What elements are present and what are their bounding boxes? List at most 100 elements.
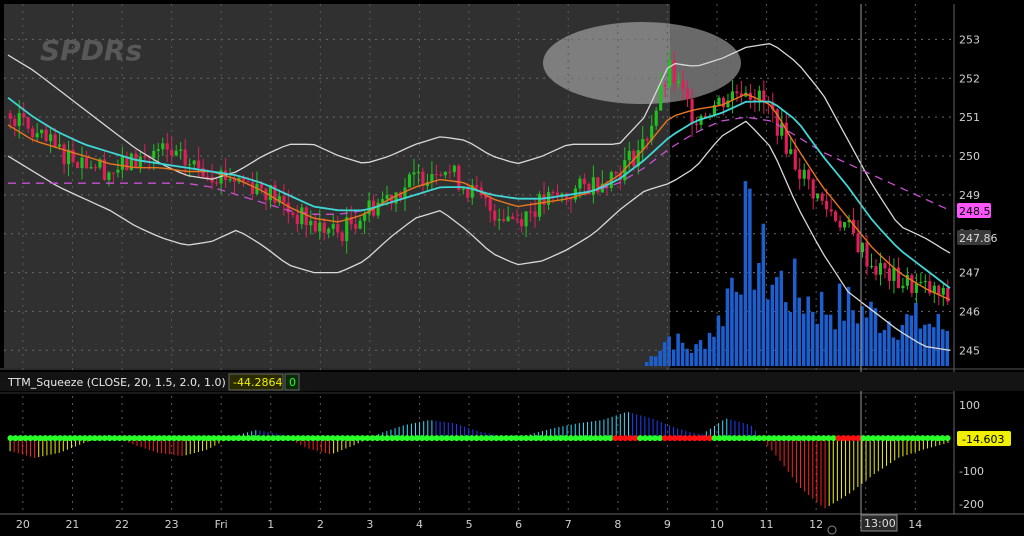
candle-body	[93, 167, 98, 169]
volume-bar	[846, 286, 851, 366]
candle-body	[331, 224, 335, 229]
date-tick-label: 5	[466, 518, 473, 531]
volume-bar	[828, 314, 833, 366]
volume-bar	[761, 223, 766, 366]
candle-body	[40, 129, 44, 134]
candle-body	[502, 219, 506, 222]
candle-body	[789, 149, 793, 154]
price-tick-label: 245	[959, 344, 980, 357]
price-tick-label: 252	[959, 72, 980, 85]
volume-bar	[788, 311, 792, 366]
candle-body	[493, 210, 497, 221]
candle-body	[452, 165, 456, 172]
candle-body	[511, 216, 515, 220]
volume-bar	[837, 283, 842, 366]
candle-body	[107, 172, 111, 180]
candle-body	[663, 85, 667, 87]
candle-body	[75, 162, 80, 168]
price-tick-label: 253	[959, 33, 980, 46]
candle-body	[694, 123, 699, 125]
candle-body	[26, 117, 30, 129]
price-axis: 245246247248249250251252253	[959, 33, 980, 357]
chart-svg[interactable]: SPDRs 245 246 247 2 4 8 249 250 251 252 253 100 0 -1…	[0, 0, 1024, 536]
price-badge-1-text: 248.53	[959, 205, 998, 218]
candle-body	[820, 193, 824, 201]
candle-body	[856, 233, 860, 253]
candle-body	[22, 113, 26, 118]
candle-body	[84, 157, 89, 169]
volume-bar	[855, 323, 860, 366]
indicator-tick-label: -100	[959, 465, 984, 478]
volume-bar	[842, 320, 846, 366]
candle-body	[8, 113, 12, 119]
candle-body	[358, 220, 362, 229]
date-tick-label: 3	[366, 518, 373, 531]
candle-body	[551, 192, 555, 194]
candle-body	[111, 172, 115, 174]
price-badge-2-text: 247.86	[959, 232, 998, 245]
candle-body	[461, 188, 465, 190]
candle-body	[686, 89, 690, 99]
candle-body	[798, 169, 802, 179]
candle-body	[152, 150, 156, 158]
candle-body	[143, 156, 147, 158]
candle-body	[49, 134, 53, 142]
candle-body	[188, 164, 192, 166]
candle-body	[336, 224, 340, 233]
candle-body	[179, 149, 183, 151]
indicator-value: -44.2864	[233, 376, 282, 389]
cursor-time: 13:00	[864, 517, 896, 530]
candle-body	[874, 266, 878, 275]
candle-body	[659, 85, 663, 111]
volume-bar	[734, 291, 739, 366]
candle-body	[654, 110, 658, 126]
volume-bar	[698, 340, 703, 366]
date-tick-label: 6	[515, 518, 522, 531]
candle-body	[407, 174, 412, 188]
candle-body	[183, 149, 187, 166]
candle-body	[206, 176, 210, 178]
indicator-badge-text: -14.603	[962, 433, 1004, 446]
candle-body	[488, 198, 492, 211]
candle-body	[120, 156, 124, 170]
volume-bar	[851, 310, 855, 366]
candle-body	[807, 169, 811, 180]
candle-body	[434, 174, 438, 176]
candle-body	[838, 220, 842, 228]
date-tick-label: 10	[710, 518, 724, 531]
volume-bar	[784, 302, 788, 366]
candle-body	[31, 128, 35, 138]
indicator-pane-background	[4, 393, 954, 513]
candle-body	[35, 133, 39, 138]
candle-body	[156, 149, 160, 151]
volume-bar	[716, 315, 721, 366]
volume-bar	[927, 323, 932, 366]
volume-bar	[649, 356, 653, 366]
candle-body	[578, 178, 582, 189]
candle-body	[192, 160, 196, 165]
price-tick-label: 249	[959, 189, 980, 202]
candle-body	[466, 188, 470, 198]
volume-bar	[918, 328, 923, 366]
volume-bar	[766, 299, 770, 366]
candle-body	[811, 179, 815, 199]
candle-body	[165, 143, 169, 150]
date-tick-label: 11	[760, 518, 774, 531]
candle-body	[345, 217, 349, 241]
volume-bar	[905, 314, 909, 366]
indicator-label[interactable]: TTM_Squeeze (CLOSE, 20, 1.5, 2.0, 1.0)	[7, 376, 226, 389]
candle-body	[250, 182, 255, 194]
squeeze-dot	[944, 435, 951, 442]
candle-body	[475, 185, 479, 188]
candle-body	[533, 211, 537, 217]
volume-bar	[721, 326, 725, 366]
candle-body	[668, 60, 672, 87]
volume-bar	[743, 181, 748, 366]
price-tick-label: 247	[959, 267, 980, 280]
date-tick-label: 8	[614, 518, 621, 531]
volume-bar	[671, 349, 676, 366]
volume-bar	[739, 294, 743, 366]
volume-bar	[878, 332, 882, 366]
candle-body	[300, 207, 304, 225]
candle-body	[89, 167, 93, 169]
